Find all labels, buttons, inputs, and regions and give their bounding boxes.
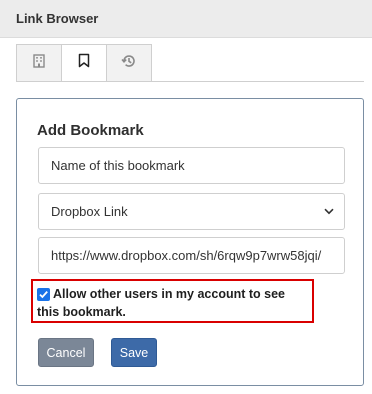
chevron-down-icon: [324, 208, 334, 215]
add-bookmark-panel: Add Bookmark Name of this bookmark Dropb…: [16, 98, 364, 386]
share-checkbox-label: Allow other users in my account to see t…: [37, 287, 286, 319]
tab-bookmarks[interactable]: [61, 44, 107, 82]
url-value: https://www.dropbox.com/sh/6rqw9p7wrw58j…: [51, 248, 322, 263]
bookmark-name-input[interactable]: Name of this bookmark: [38, 147, 345, 184]
page-title: Link Browser: [16, 11, 99, 26]
history-icon: [121, 53, 137, 74]
share-option: Allow other users in my account to see t…: [31, 279, 314, 323]
url-input[interactable]: https://www.dropbox.com/sh/6rqw9p7wrw58j…: [38, 237, 345, 274]
building-icon: [33, 53, 45, 73]
bookmark-name-placeholder: Name of this bookmark: [51, 158, 185, 173]
tab-history[interactable]: [106, 44, 152, 82]
panel-title: Add Bookmark: [37, 122, 144, 139]
tab-divider: [16, 81, 364, 82]
tab-buildings[interactable]: [16, 44, 62, 82]
link-type-value: Dropbox Link: [51, 204, 128, 219]
header-bar: Link Browser: [0, 0, 372, 38]
save-button[interactable]: Save: [111, 338, 157, 367]
cancel-button[interactable]: Cancel: [38, 338, 94, 367]
tab-bar: [16, 44, 152, 82]
share-checkbox[interactable]: [37, 288, 50, 301]
bookmark-icon: [78, 53, 90, 73]
link-type-select[interactable]: Dropbox Link: [38, 193, 345, 230]
